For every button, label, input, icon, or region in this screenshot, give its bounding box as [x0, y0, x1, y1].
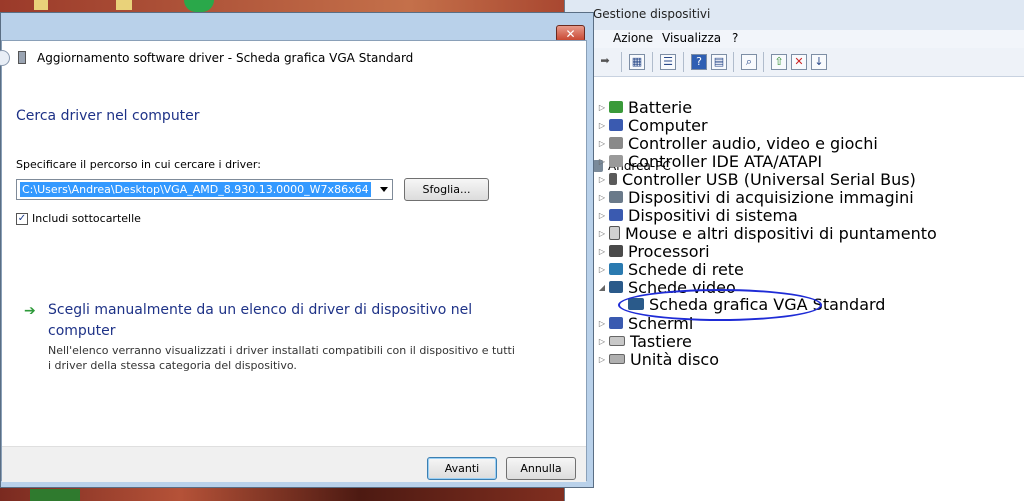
tree-item-system[interactable]: ▷ Dispositivi di sistema	[597, 205, 798, 225]
monitor-icon	[609, 317, 623, 329]
green-arrow-icon: ➔	[24, 303, 36, 319]
cpu-icon	[609, 245, 623, 257]
tree-item-imaging[interactable]: ▷ Dispositivi di acquisizione immagini	[597, 187, 914, 207]
ide-icon	[609, 155, 623, 167]
tree-item-label: Tastiere	[630, 331, 692, 351]
expand-icon[interactable]: ▷	[597, 337, 607, 346]
expand-icon[interactable]: ▷	[597, 265, 607, 274]
manual-select-link[interactable]: Scegli manualmente da un elenco di drive…	[48, 300, 488, 342]
tree-item-label: Mouse e altri dispositivi di puntamento	[625, 223, 937, 243]
update-driver-icon[interactable]: ⇧	[771, 54, 787, 70]
toolbar-separator	[683, 52, 684, 72]
mouse-icon	[609, 226, 620, 240]
display-adapter-icon	[609, 281, 623, 293]
tree-item-label: Batterie	[628, 97, 693, 117]
toolbar-separator	[652, 52, 653, 72]
tree-item-label: Schede di rete	[628, 259, 744, 279]
tree-item-ide[interactable]: ▷ Controller IDE ATA/ATAPI	[597, 151, 823, 171]
browse-button[interactable]: Sfoglia...	[404, 178, 489, 201]
tree-item-label: Schermi	[628, 313, 694, 333]
tree-item-batterie[interactable]: ▷ Batterie	[597, 97, 693, 117]
toolbar-separator	[733, 52, 734, 72]
dropdown-arrow-icon[interactable]	[380, 187, 388, 192]
network-icon	[609, 263, 623, 275]
expand-icon[interactable]: ▷	[597, 211, 607, 220]
tree-item-label: Controller IDE ATA/ATAPI	[628, 151, 823, 171]
help-icon[interactable]: ?	[691, 54, 707, 70]
properties-icon[interactable]: ▦	[629, 54, 645, 70]
tree-item-label: Dispositivi di acquisizione immagini	[628, 187, 914, 207]
tree-item-label: Computer	[628, 115, 708, 135]
tree-item-label: Controller audio, video e giochi	[628, 133, 878, 153]
tree-item-monitors[interactable]: ▷ Schermi	[597, 313, 694, 333]
speaker-icon	[609, 137, 623, 149]
computer-icon	[609, 119, 623, 131]
enable-device-icon[interactable]: ↓	[811, 54, 827, 70]
toolbar-separator	[621, 52, 622, 72]
menu-visualizza[interactable]: Visualizza	[662, 31, 721, 45]
tree-item-disks[interactable]: ▷ Unità disco	[597, 349, 719, 369]
expand-icon[interactable]: ▷	[597, 193, 607, 202]
path-combobox[interactable]: C:\Users\Andrea\Desktop\VGA_AMD_8.930.13…	[16, 179, 393, 200]
tree-item-audio[interactable]: ▷ Controller audio, video e giochi	[597, 133, 878, 153]
usb-icon	[609, 173, 617, 185]
path-value[interactable]: C:\Users\Andrea\Desktop\VGA_AMD_8.930.13…	[20, 182, 371, 197]
uninstall-icon[interactable]: ✕	[791, 54, 807, 70]
folder-icon	[34, 0, 48, 10]
expand-icon[interactable]: ▷	[597, 157, 607, 166]
expand-icon[interactable]: ▷	[597, 121, 607, 130]
list-view-icon[interactable]: ☰	[660, 54, 676, 70]
dialog-title: Aggiornamento software driver - Scheda g…	[37, 51, 414, 65]
expand-icon[interactable]: ▷	[597, 139, 607, 148]
menu-azione[interactable]: Azione	[613, 31, 653, 45]
keyboard-icon	[609, 336, 625, 346]
folder-icon	[116, 0, 132, 10]
tree-item-keyboards[interactable]: ▷ Tastiere	[597, 331, 692, 351]
include-subfolders-label[interactable]: Includi sottocartelle	[32, 212, 141, 225]
tree-item-label: Dispositivi di sistema	[628, 205, 798, 225]
scan-hardware-icon[interactable]: ⌕	[741, 54, 757, 70]
taskbar-area	[0, 487, 600, 501]
forward-icon[interactable]: ➡	[597, 54, 613, 70]
collapse-icon[interactable]: ◢	[597, 283, 607, 292]
manual-select-description: Nell'elenco verranno visualizzati i driv…	[48, 344, 515, 372]
dialog-footer: Avanti Annulla	[2, 446, 586, 482]
expand-icon[interactable]: ▷	[597, 247, 607, 256]
page-heading: Cerca driver nel computer	[16, 108, 200, 124]
tree-item-computer[interactable]: ▷ Computer	[597, 115, 708, 135]
back-arrow-icon[interactable]	[0, 50, 10, 66]
menu-help[interactable]: ?	[732, 31, 738, 45]
device-manager-toolbar: ➡ ▦ ☰ ? ▤ ⌕ ⇧ ✕ ↓	[565, 48, 1024, 77]
expand-icon[interactable]: ▷	[597, 175, 607, 184]
update-driver-dialog: ✕ Aggiornamento software driver - Scheda…	[0, 12, 594, 488]
device-manager-menubar: Azione Visualizza ?	[565, 30, 1024, 48]
next-button[interactable]: Avanti	[427, 457, 497, 480]
tree-item-label: Controller USB (Universal Serial Bus)	[622, 169, 916, 189]
scanner-icon	[609, 191, 623, 203]
tree-item-label: Processori	[628, 241, 710, 261]
expand-icon[interactable]: ▷	[597, 319, 607, 328]
device-manager-title: Gestione dispositivi	[593, 7, 711, 21]
expand-icon[interactable]: ▷	[597, 103, 607, 112]
expand-icon[interactable]: ▷	[597, 355, 607, 364]
tree-item-network[interactable]: ▷ Schede di rete	[597, 259, 744, 279]
system-icon	[609, 209, 623, 221]
dialog-client-area: Aggiornamento software driver - Scheda g…	[0, 40, 587, 482]
battery-icon	[609, 101, 623, 113]
path-label: Specificare il percorso in cui cercare i…	[16, 158, 261, 171]
device-icon	[18, 51, 26, 64]
expand-icon[interactable]: ▷	[597, 229, 607, 238]
toolbar-separator	[763, 52, 764, 72]
disk-icon	[609, 354, 625, 364]
cancel-button[interactable]: Annulla	[506, 457, 576, 480]
details-icon[interactable]: ▤	[711, 54, 727, 70]
device-manager-titlebar[interactable]: Gestione dispositivi	[565, 0, 1024, 30]
include-subfolders-checkbox[interactable]: ✓	[16, 213, 28, 225]
tree-item-usb[interactable]: ▷ Controller USB (Universal Serial Bus)	[597, 169, 916, 189]
taskbar-item	[30, 489, 80, 501]
tree-item-label: Unità disco	[630, 349, 719, 369]
tree-item-mouse[interactable]: ▷ Mouse e altri dispositivi di puntament…	[597, 223, 937, 243]
tree-item-cpu[interactable]: ▷ Processori	[597, 241, 710, 261]
